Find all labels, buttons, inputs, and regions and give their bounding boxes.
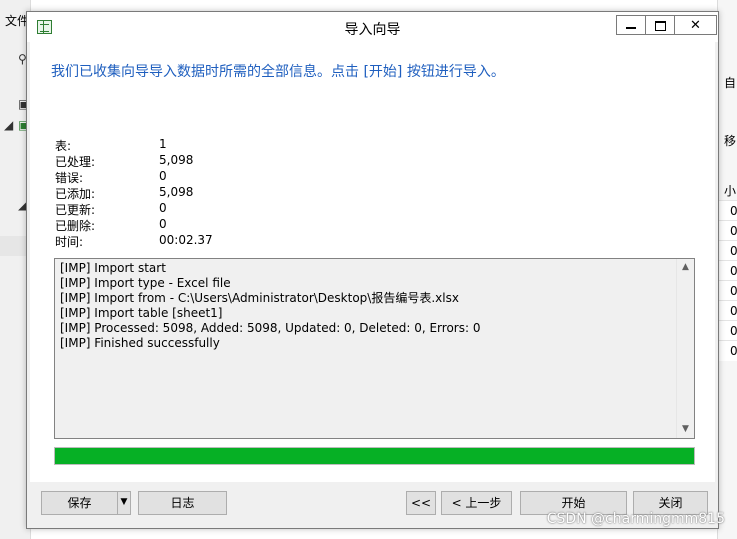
stat-value: 5,098 [159,153,194,167]
expand-icon[interactable]: ◢ [4,118,13,132]
stat-value: 0 [159,201,167,215]
log-line: [IMP] Finished successfully [60,336,220,350]
save-dropdown-button[interactable]: ▼ [117,491,131,515]
log-line: [IMP] Import table [sheet1] [60,306,223,320]
stat-label: 错误: [55,171,84,185]
right-label: 自 [724,76,737,90]
import-log[interactable]: [IMP] Import start [IMP] Import type - E… [54,258,695,439]
stat-label: 已处理: [55,155,96,169]
import-wizard-dialog: 导入向导 ✕ 我们已收集向导导入数据时所需的全部信息。点击 [开始] 按钮进行导… [26,11,719,529]
stat-label: 时间: [55,235,84,249]
log-button[interactable]: 日志 [138,491,227,515]
right-label: 移 [724,134,737,148]
log-line: [IMP] Processed: 5098, Added: 5098, Upda… [60,321,481,335]
stat-value: 0 [159,169,167,183]
wizard-headline: 我们已收集向导导入数据时所需的全部信息。点击 [开始] 按钮进行导入。 [51,64,505,80]
stat-label: 表: [55,139,72,153]
progress-fill [55,448,694,464]
previous-step-button[interactable]: < 上一步 [441,491,512,515]
scroll-up-icon[interactable]: ▲ [677,259,694,276]
title-bar[interactable]: 导入向导 ✕ [27,12,718,42]
right-label: 小 [724,184,737,198]
list-item[interactable]: 0 [718,220,737,241]
watermark: CSDN @charmingmm815 [546,511,725,527]
log-line: [IMP] Import type - Excel file [60,276,231,290]
import-progress-bar [54,447,695,465]
wizard-content: 我们已收集向导导入数据时所需的全部信息。点击 [开始] 按钮进行导入。 表: 1… [30,42,715,482]
close-window-button[interactable]: ✕ [674,15,717,35]
minimize-icon [626,27,636,29]
minimize-button[interactable] [616,15,646,35]
stat-value: 5,098 [159,185,194,199]
log-scrollbar[interactable]: ▲ ▼ [676,259,694,438]
stat-label: 已添加: [55,187,96,201]
close-icon: ✕ [690,18,701,33]
list-item[interactable]: 0 [718,200,737,221]
list-item[interactable]: 0 [718,320,737,341]
list-item[interactable]: 0 [718,260,737,281]
stat-label: 已更新: [55,203,96,217]
dialog-title: 导入向导 [344,22,401,38]
stat-value: 00:02.37 [159,233,213,247]
stat-value: 0 [159,217,167,231]
save-button[interactable]: 保存 [41,491,118,515]
stat-value: 1 [159,137,167,151]
log-line: [IMP] Import from - C:\Users\Administrat… [60,291,459,305]
maximize-button[interactable] [645,15,675,35]
list-item[interactable]: 0 [718,240,737,261]
log-lines: [IMP] Import start [IMP] Import type - E… [60,261,674,351]
list-item[interactable]: 0 [718,280,737,301]
maximize-icon [654,21,666,31]
list-item[interactable]: 0 [718,300,737,321]
first-step-button[interactable]: << [406,491,436,515]
log-line: [IMP] Import start [60,261,166,275]
background-app-right: 自 移 小 0 0 0 0 0 0 0 0 [717,0,737,539]
scroll-down-icon[interactable]: ▼ [677,421,694,438]
list-item[interactable]: 0 [718,340,737,361]
stat-label: 已删除: [55,219,96,233]
dropdown-arrow-icon: ▼ [120,497,128,507]
